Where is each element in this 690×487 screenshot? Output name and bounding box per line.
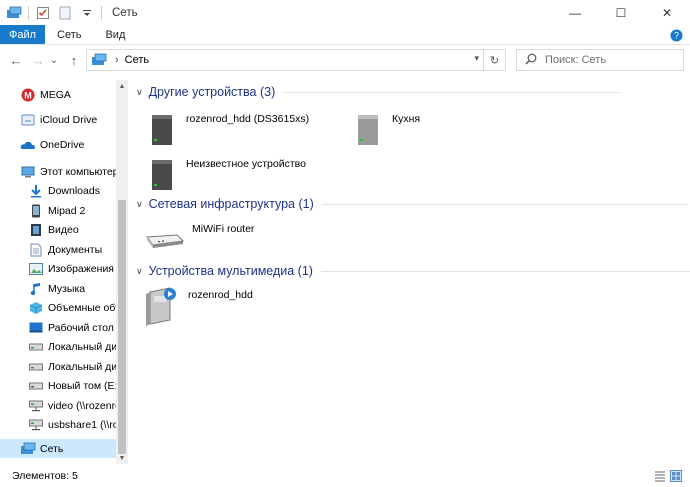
pictures-icon bbox=[28, 261, 44, 277]
up-button[interactable]: ↑ bbox=[64, 50, 84, 70]
group-header-other-devices[interactable]: ∨ Другие устройства (3) bbox=[136, 85, 622, 99]
documents-icon bbox=[28, 242, 44, 258]
minimize-button[interactable]: — bbox=[552, 0, 598, 25]
device-tile[interactable]: Кухня bbox=[352, 110, 420, 150]
address-separator: › bbox=[115, 54, 119, 66]
tab-view[interactable]: Вид bbox=[93, 25, 137, 44]
new-folder-icon[interactable] bbox=[57, 5, 73, 21]
sidebar-item-documents[interactable]: Документы bbox=[0, 240, 116, 259]
device-icon bbox=[352, 110, 384, 150]
properties-icon[interactable] bbox=[35, 5, 51, 21]
network-drive-icon bbox=[28, 398, 44, 414]
recent-locations-button[interactable]: ⌄ bbox=[48, 50, 60, 70]
scroll-down-icon[interactable]: ▼ bbox=[116, 452, 128, 464]
close-button[interactable]: ✕ bbox=[644, 0, 690, 25]
search-input[interactable] bbox=[545, 54, 675, 66]
sidebar-item-music[interactable]: Музыка bbox=[0, 279, 116, 298]
item-count: Элементов: 5 bbox=[12, 470, 78, 482]
customize-qa-icon[interactable] bbox=[79, 5, 95, 21]
3d-objects-icon bbox=[28, 300, 44, 316]
sidebar-item-videos[interactable]: Видео bbox=[0, 220, 116, 239]
group-header-multimedia-devices[interactable]: ∨ Устройства мультимедиа (1) bbox=[136, 264, 690, 278]
desktop-icon bbox=[28, 320, 44, 336]
device-tile[interactable]: rozenrod_hdd bbox=[144, 286, 253, 326]
quick-access-separator bbox=[101, 5, 102, 20]
sidebar-item-desktop[interactable]: Рабочий стол bbox=[0, 318, 116, 337]
sidebar-item-local-disk-1[interactable]: Локальный диск bbox=[0, 337, 116, 356]
device-tile[interactable]: Неизвестное устройство bbox=[146, 155, 306, 195]
quick-access-separator bbox=[28, 5, 29, 20]
navigation-pane: M MEGA iCloud Drive OneDrive Этот компью… bbox=[0, 80, 128, 464]
explorer-app-icon[interactable] bbox=[6, 5, 22, 21]
downloads-icon bbox=[28, 183, 44, 199]
device-tile[interactable]: MiWiFi router bbox=[144, 220, 254, 260]
video-folder-icon bbox=[28, 222, 44, 238]
local-disk-icon bbox=[28, 359, 44, 375]
icloud-icon bbox=[20, 112, 36, 128]
search-icon bbox=[525, 53, 537, 68]
group-divider bbox=[320, 270, 690, 272]
search-box[interactable] bbox=[516, 49, 684, 71]
sidebar-item-onedrive[interactable]: OneDrive bbox=[0, 135, 116, 154]
group-divider bbox=[283, 91, 622, 93]
group-divider bbox=[321, 203, 688, 205]
network-icon bbox=[91, 53, 107, 67]
device-tile[interactable]: rozenrod_hdd (DS3615xs) bbox=[146, 110, 309, 150]
sidebar-item-3d-objects[interactable]: Объемные объе bbox=[0, 298, 116, 317]
unknown-device-icon bbox=[146, 155, 178, 195]
media-server-icon bbox=[144, 286, 180, 326]
forward-button[interactable]: → bbox=[28, 50, 48, 70]
sidebar-item-mega[interactable]: M MEGA bbox=[0, 85, 116, 104]
large-icons-view-icon[interactable] bbox=[670, 470, 682, 482]
address-bar[interactable]: › Сеть ▾ bbox=[86, 49, 484, 71]
help-icon[interactable]: ? bbox=[668, 27, 684, 43]
file-list: ∨ Другие устройства (3) rozenrod_hdd (DS… bbox=[132, 80, 690, 464]
collapse-chevron-icon[interactable]: ∨ bbox=[136, 87, 143, 98]
sidebar-item-downloads[interactable]: Downloads bbox=[0, 181, 116, 200]
sidebar-item-pictures[interactable]: Изображения bbox=[0, 259, 116, 278]
drive-icon bbox=[28, 378, 44, 394]
sidebar-item-network[interactable]: Сеть bbox=[0, 439, 116, 458]
scroll-up-icon[interactable]: ▲ bbox=[116, 80, 128, 92]
sidebar-item-mipad[interactable]: Mipad 2 bbox=[0, 201, 116, 220]
collapse-chevron-icon[interactable]: ∨ bbox=[136, 199, 143, 210]
back-button[interactable]: ← bbox=[6, 50, 26, 70]
ribbon-tabs: Файл Сеть Вид ? bbox=[0, 25, 690, 45]
sidebar-item-video-share[interactable]: video (\\rozenrod bbox=[0, 396, 116, 415]
sidebar-scrollbar[interactable]: ▲ ▼ bbox=[116, 80, 128, 464]
scrollbar-thumb[interactable] bbox=[118, 200, 126, 454]
title-bar: Сеть — ☐ ✕ bbox=[0, 0, 690, 25]
window-title: Сеть bbox=[112, 6, 138, 19]
address-segment[interactable]: Сеть bbox=[125, 54, 149, 66]
sidebar-item-usbshare[interactable]: usbshare1 (\\roze bbox=[0, 415, 116, 434]
group-header-network-infrastructure[interactable]: ∨ Сетевая инфраструктура (1) bbox=[136, 197, 688, 211]
sidebar-item-new-volume[interactable]: Новый том (E:) bbox=[0, 376, 116, 395]
nas-icon bbox=[146, 110, 178, 150]
tablet-icon bbox=[28, 203, 44, 219]
refresh-button[interactable]: ↻ bbox=[484, 49, 506, 71]
music-icon bbox=[28, 281, 44, 297]
svg-text:?: ? bbox=[673, 30, 678, 40]
navigation-bar: ← → ⌄ ↑ › Сеть ▾ ↻ bbox=[0, 45, 690, 75]
status-bar: Элементов: 5 bbox=[0, 465, 690, 487]
svg-text:M: M bbox=[24, 90, 32, 100]
address-dropdown-icon[interactable]: ▾ bbox=[474, 53, 479, 64]
tab-network[interactable]: Сеть bbox=[45, 25, 93, 44]
sidebar-item-local-disk-2[interactable]: Локальный диск bbox=[0, 357, 116, 376]
mega-icon: M bbox=[20, 87, 36, 103]
details-view-icon[interactable] bbox=[654, 470, 666, 482]
network-drive-icon bbox=[28, 417, 44, 433]
tab-file[interactable]: Файл bbox=[0, 25, 45, 44]
onedrive-icon bbox=[20, 137, 36, 153]
network-icon bbox=[20, 441, 36, 457]
router-icon bbox=[144, 220, 184, 260]
computer-icon bbox=[20, 164, 36, 180]
maximize-button[interactable]: ☐ bbox=[598, 0, 644, 25]
sidebar-item-icloud-drive[interactable]: iCloud Drive bbox=[0, 110, 116, 129]
sidebar-item-this-pc[interactable]: Этот компьютер bbox=[0, 162, 116, 181]
local-disk-icon bbox=[28, 339, 44, 355]
collapse-chevron-icon[interactable]: ∨ bbox=[136, 266, 143, 277]
